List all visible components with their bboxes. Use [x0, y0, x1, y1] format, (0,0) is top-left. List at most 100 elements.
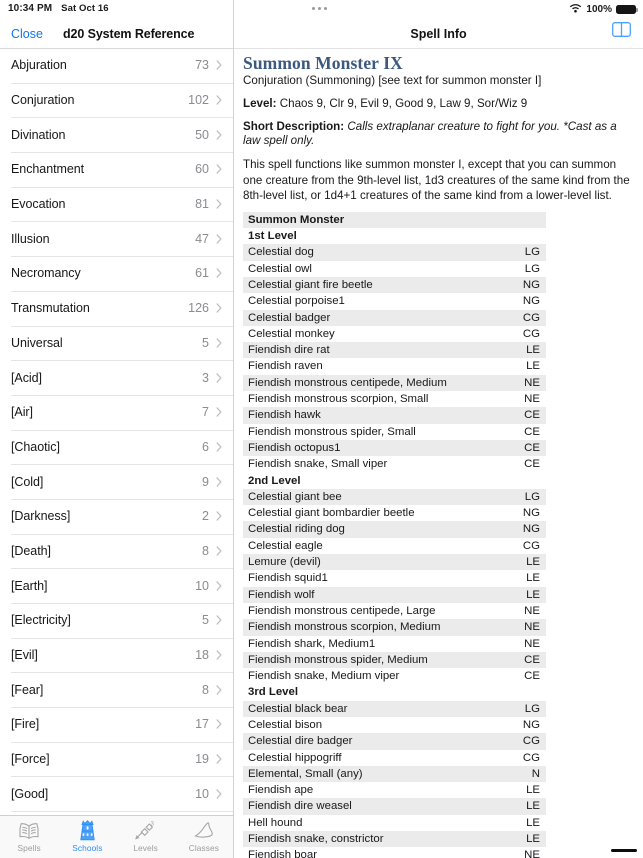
- creature-alignment: NE: [488, 374, 546, 392]
- sidebar-item[interactable]: Transmutation 126: [0, 290, 233, 326]
- table-row: Fiendish raven LE: [243, 358, 546, 374]
- app-root: Close d20 System Reference Abjuration 73 C…: [0, 0, 643, 858]
- tab-spells[interactable]: Spells: [0, 819, 58, 853]
- detail-navigation-bar: Spell Info: [234, 20, 643, 48]
- creature-name: Fiendish wolf: [243, 586, 488, 603]
- sidebar-item-label: [Electricity]: [11, 613, 71, 628]
- creature-name: Fiendish squid1: [248, 572, 328, 585]
- sidebar-item[interactable]: [Cold] 9: [0, 464, 233, 499]
- school-list[interactable]: Abjuration 73 Conjuration 102 Divination 50 En…: [0, 48, 233, 815]
- sidebar-item-label: [Acid]: [11, 370, 42, 385]
- table-row: Fiendish monstrous scorpion, Medium NE: [243, 619, 546, 636]
- table-row: Fiendish snake, Small viper CE: [243, 456, 546, 472]
- creature-alignment: [488, 684, 546, 700]
- sidebar-item[interactable]: Illusion 47: [0, 221, 233, 256]
- table-row: Celestial badger CG: [243, 309, 546, 326]
- creature-name: Summon Monster: [243, 211, 488, 229]
- creature-name: Fiendish boar: [248, 849, 318, 858]
- creature-name: Celestial hippogriff: [248, 751, 342, 764]
- sidebar-item-count: 47: [195, 231, 209, 246]
- sidebar-item[interactable]: [Evil] 18: [0, 637, 233, 673]
- chevron-right-icon: [216, 580, 222, 591]
- tab-bar[interactable]: Spells Schools 3 Levels Classes: [0, 815, 233, 858]
- sidebar-item[interactable]: Universal 5: [0, 325, 233, 361]
- sidebar-item[interactable]: [Force] 19: [0, 741, 233, 777]
- sidebar-item-label: Transmutation: [11, 301, 90, 316]
- sidebar-item[interactable]: Evocation 81: [0, 186, 233, 222]
- creature-name: Fiendish monstrous centipede, Medium: [243, 374, 488, 392]
- sidebar-item-label: Conjuration: [11, 93, 75, 108]
- creature-name: Fiendish dire weasel: [243, 798, 488, 815]
- creature-alignment: LE: [488, 554, 546, 571]
- sidebar-item[interactable]: [Earth] 10: [0, 568, 233, 603]
- table-row: Fiendish snake, constrictor LE: [243, 831, 546, 848]
- creature-name: Fiendish monstrous scorpion, Medium: [243, 619, 488, 636]
- sidebar-item-label: Necromancy: [11, 266, 81, 281]
- table-row: Celestial hippogriff CG: [243, 750, 546, 766]
- creature-name: Celestial dog: [243, 244, 488, 261]
- creature-alignment: NG: [488, 276, 546, 294]
- tab-schools[interactable]: Schools: [58, 819, 116, 853]
- sidebar-item[interactable]: [Good] 10: [0, 776, 233, 811]
- table-row: Fiendish monstrous spider, Small CE: [243, 424, 546, 440]
- sidebar-item[interactable]: Enchantment 60: [0, 152, 233, 187]
- chevron-right-icon: [216, 719, 222, 730]
- tab-label-schools: Schools: [72, 843, 103, 853]
- creature-alignment: LE: [526, 784, 540, 797]
- table-row: Celestial monkey CG: [243, 326, 546, 342]
- table-row: Fiendish dire rat LE: [243, 342, 546, 359]
- sidebar-item-count: 10: [195, 786, 209, 801]
- sidebar-item-count: 18: [195, 648, 209, 663]
- creature-alignment: LE: [488, 342, 546, 359]
- creature-alignment: LE: [526, 572, 540, 585]
- level-label: Level:: [243, 97, 277, 110]
- sidebar-item-label: Illusion: [11, 231, 50, 246]
- chevron-right-icon: [216, 268, 222, 279]
- sidebar-item[interactable]: Abjuration 73: [0, 48, 233, 83]
- sidebar-item[interactable]: [Fear] 8: [0, 672, 233, 707]
- sidebar-item-count: 10: [195, 578, 209, 593]
- sidebar-item[interactable]: [Chaotic] 6: [0, 429, 233, 465]
- sidebar-item-label: [Earth]: [11, 578, 48, 593]
- split-view-icon[interactable]: [612, 22, 631, 42]
- creature-name: Celestial dire badger: [243, 733, 488, 750]
- creature-alignment: LG: [488, 488, 546, 506]
- tab-classes[interactable]: Classes: [175, 819, 233, 853]
- creature-name: Fiendish monstrous scorpion, Small: [248, 393, 429, 406]
- tab-levels[interactable]: 3 Levels: [117, 819, 175, 854]
- chevron-right-icon: [216, 372, 222, 383]
- close-button[interactable]: Close: [11, 27, 43, 41]
- table-row: Hell hound LE: [243, 815, 546, 831]
- sidebar-item[interactable]: [Acid] 3: [0, 360, 233, 395]
- table-row: Celestial eagle CG: [243, 538, 546, 554]
- creature-alignment: CG: [522, 327, 540, 340]
- chevron-right-icon: [216, 129, 222, 140]
- sidebar-item[interactable]: [Air] 7: [0, 394, 233, 430]
- sidebar-item-label: [Darkness]: [11, 509, 71, 524]
- chevron-right-icon: [216, 407, 222, 417]
- table-row: Fiendish octopus1 CE: [243, 439, 546, 457]
- creature-name: 2nd Level: [248, 474, 301, 487]
- creature-name: Fiendish monstrous spider, Small: [248, 425, 416, 438]
- sidebar-item[interactable]: [Darkness] 2: [0, 498, 233, 534]
- table-row: Fiendish monstrous spider, Medium CE: [243, 651, 546, 669]
- chevron-right-icon: [216, 303, 222, 313]
- sidebar-item-label: [Chaotic]: [11, 439, 60, 454]
- sidebar-item[interactable]: Divination 50: [0, 117, 233, 152]
- creature-name: Fiendish ape: [248, 784, 314, 797]
- sidebar-item-count: 6: [202, 439, 209, 454]
- chevron-right-icon: [216, 754, 222, 764]
- creature-name: Celestial giant fire beetle: [243, 276, 488, 294]
- sidebar-item[interactable]: [Death] 8: [0, 533, 233, 569]
- summon-monster-table: Summon Monster 1st Level Celestial dog LG Ce…: [243, 211, 546, 858]
- creature-alignment: [488, 211, 546, 229]
- spell-school-line: Conjuration (Summoning) [see text for su…: [243, 74, 542, 87]
- creature-alignment: LE: [526, 816, 540, 829]
- sidebar-item[interactable]: [Electricity] 5: [0, 603, 233, 638]
- sidebar-item[interactable]: Necromancy 61: [0, 256, 233, 291]
- sidebar-item[interactable]: Conjuration 102: [0, 82, 233, 118]
- open-book-icon: [18, 819, 40, 842]
- sidebar-item[interactable]: [Fire] 17: [0, 707, 233, 742]
- table-row: Celestial giant bombardier beetle NG: [243, 505, 546, 521]
- creature-name: 1st Level: [248, 230, 297, 243]
